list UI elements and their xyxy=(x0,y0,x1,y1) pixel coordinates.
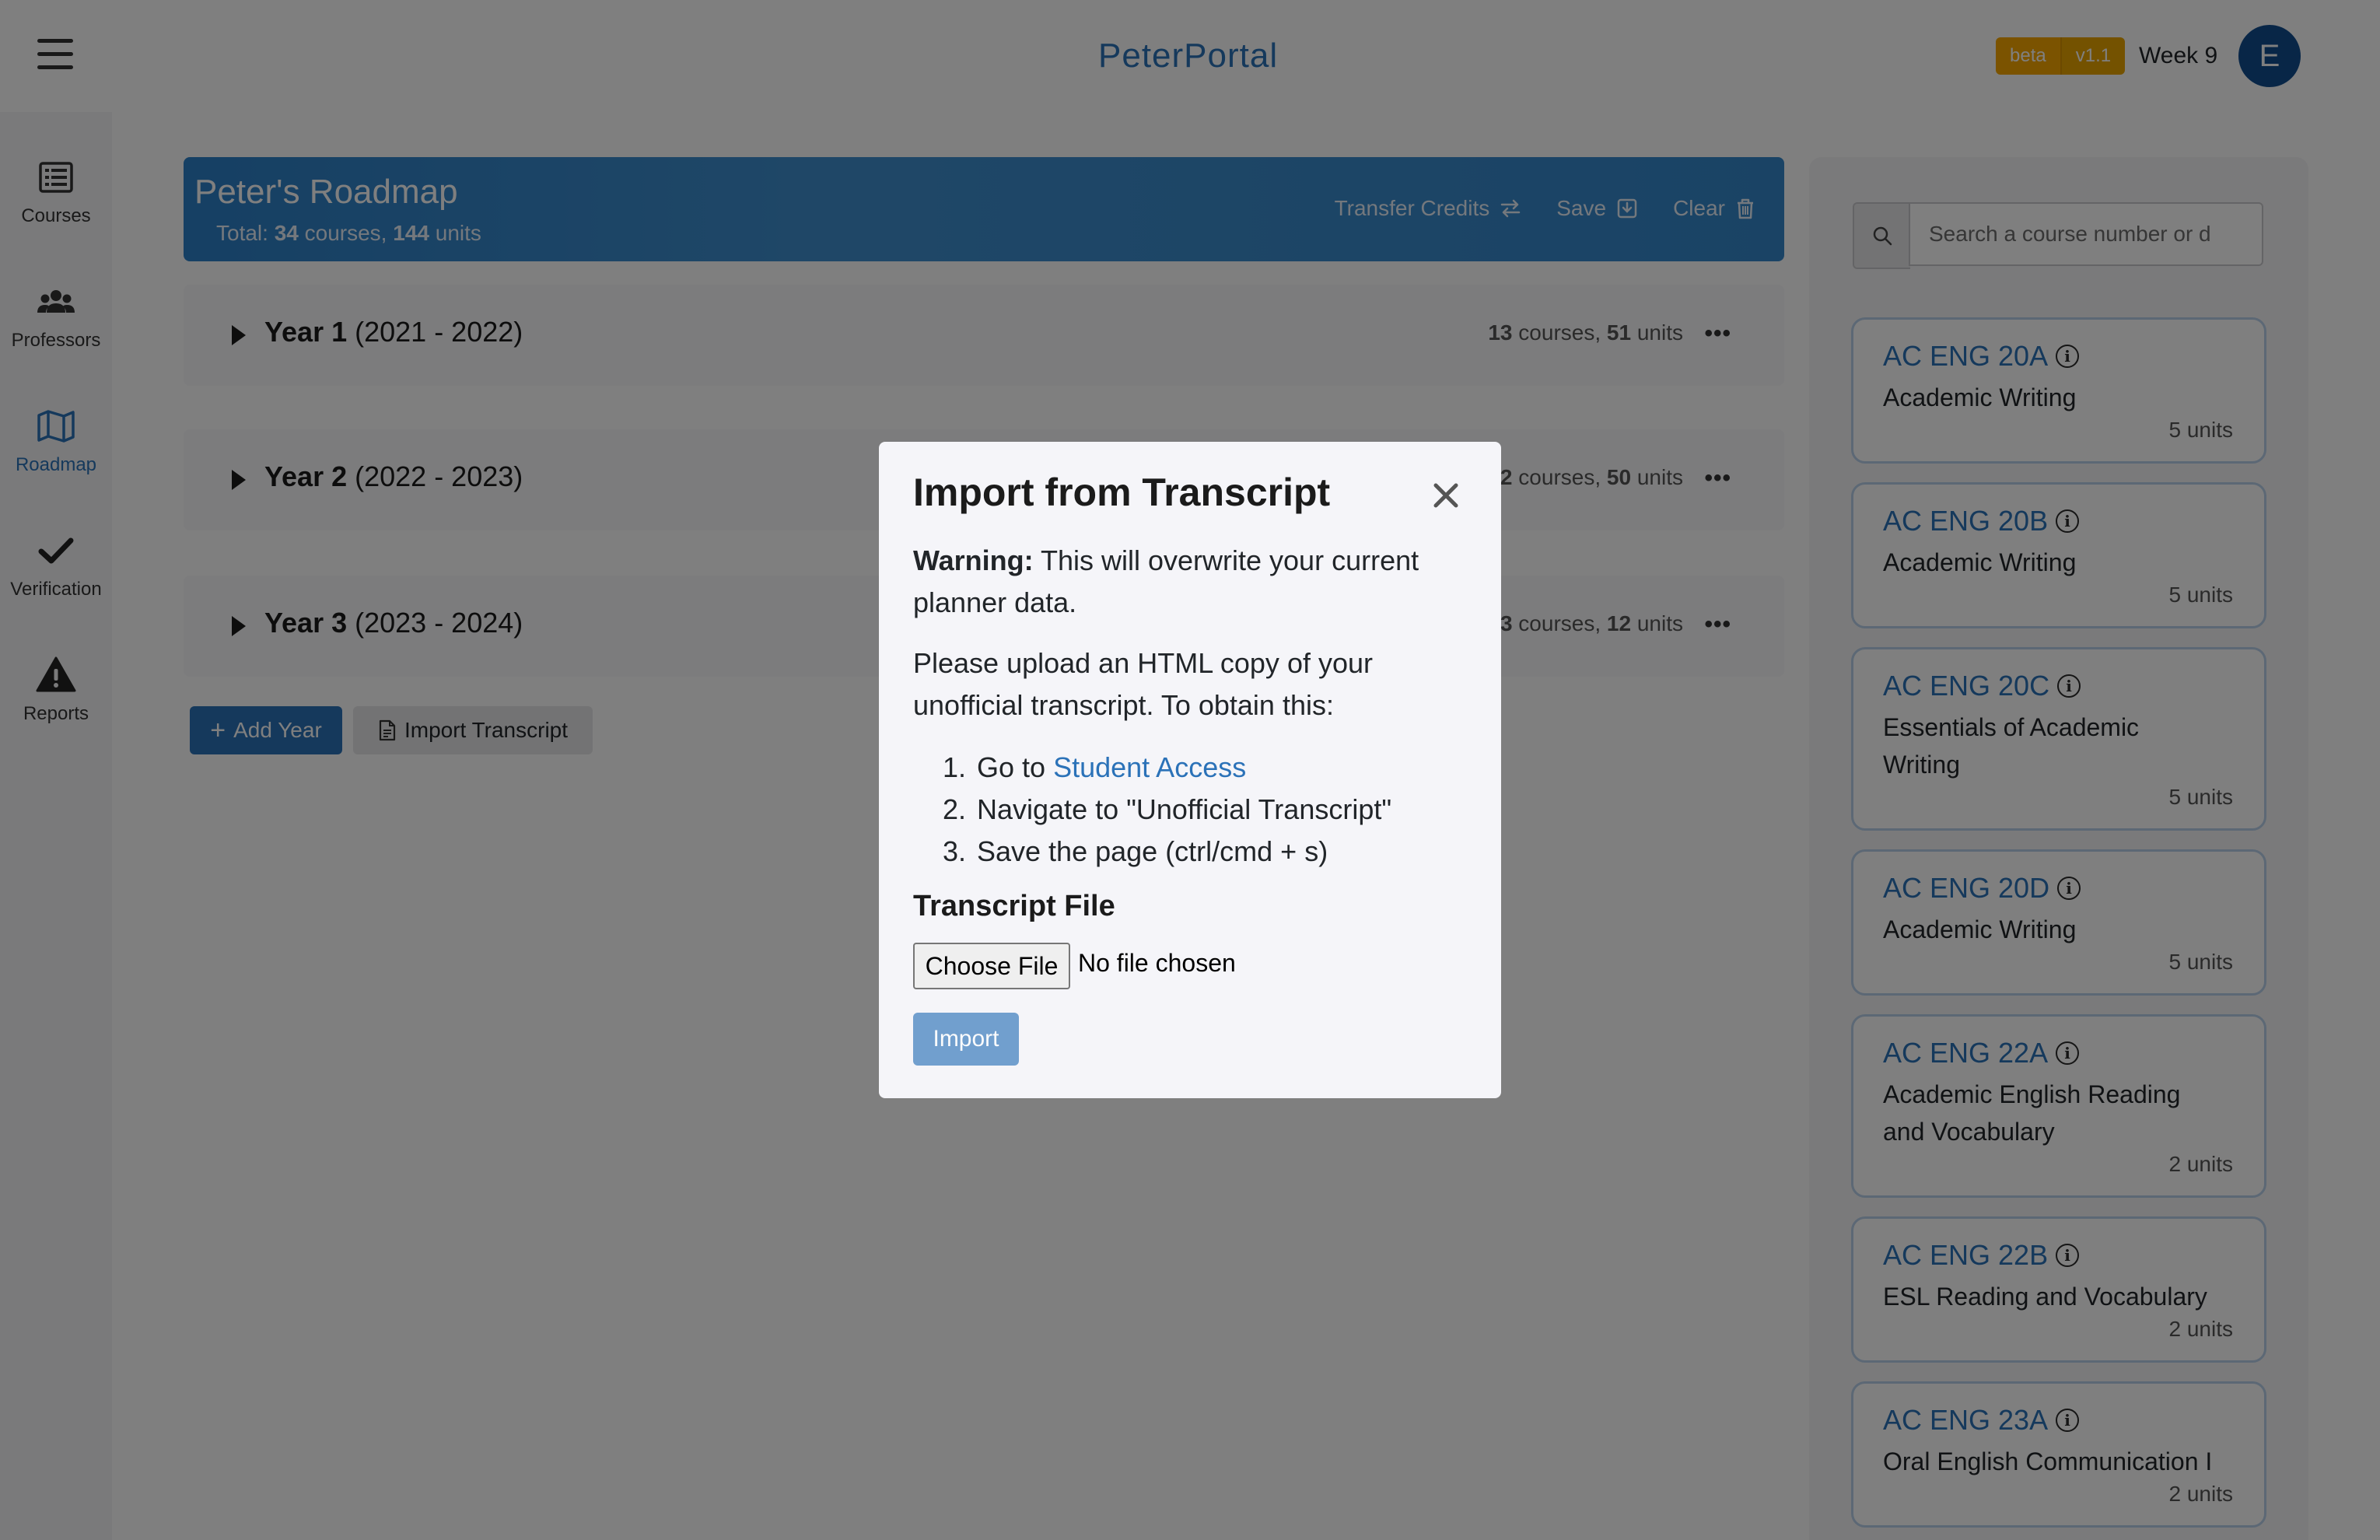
instruction-step: Navigate to "Unofficial Transcript" xyxy=(974,789,1391,831)
student-access-link[interactable]: Student Access xyxy=(1053,751,1246,783)
instructions-text: Please upload an HTML copy of your unoff… xyxy=(913,647,1373,721)
choose-file-button[interactable]: Choose File xyxy=(913,943,1070,989)
modal-title: Import from Transcript xyxy=(913,471,1331,514)
import-transcript-modal: Import from Transcript Warning: This wil… xyxy=(879,442,1501,1098)
import-button[interactable]: Import xyxy=(913,1013,1019,1066)
warning-text: Warning: This will overwrite your curren… xyxy=(913,544,1419,618)
instruction-step: Go to Student Access xyxy=(974,747,1391,789)
close-icon[interactable] xyxy=(1428,478,1464,513)
file-status-text: No file chosen xyxy=(1078,949,1236,977)
transcript-file-label: Transcript File xyxy=(913,890,1115,922)
instructions-list: Go to Student Access Navigate to "Unoffi… xyxy=(910,747,1391,873)
instruction-step: Save the page (ctrl/cmd + s) xyxy=(974,831,1391,873)
